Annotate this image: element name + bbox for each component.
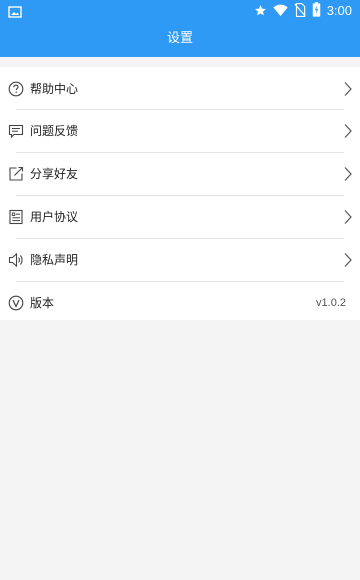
- settings-item-help-center[interactable]: 帮助中心: [0, 68, 360, 110]
- chevron-right-icon: [344, 166, 352, 182]
- settings-item-share-friends[interactable]: 分享好友: [0, 153, 360, 195]
- settings-item-privacy-statement[interactable]: 隐私声明: [0, 239, 360, 281]
- settings-item-label: 用户协议: [30, 210, 79, 224]
- star-icon: [254, 2, 267, 21]
- settings-item-label: 隐私声明: [30, 253, 79, 267]
- status-time: 3:00: [326, 3, 352, 18]
- feedback-icon: [8, 123, 24, 139]
- settings-item-user-agreement[interactable]: 用户协议: [0, 196, 360, 238]
- no-sim-icon: [294, 2, 306, 21]
- chevron-right-icon: [344, 252, 352, 268]
- privacy-icon: [8, 252, 24, 268]
- chevron-right-icon: [344, 123, 352, 139]
- agreement-icon: [8, 209, 24, 225]
- settings-item-label: 问题反馈: [30, 124, 79, 138]
- share-icon: [8, 166, 24, 182]
- settings-list: 帮助中心 问题反馈 分享好友 用户协议 隐私声明 版本 v1.0.2: [0, 67, 360, 320]
- status-bar: 3:00: [0, 0, 360, 22]
- version-icon: [8, 295, 24, 311]
- settings-item-feedback[interactable]: 问题反馈: [0, 110, 360, 152]
- page-title: 设置: [166, 31, 193, 46]
- chevron-right-icon: [344, 209, 352, 225]
- chevron-right-icon: [344, 81, 352, 97]
- wifi-icon: [273, 2, 288, 21]
- battery-icon: [312, 1, 321, 21]
- help-icon: [8, 81, 24, 97]
- app-header: 3:00 设置: [0, 0, 360, 57]
- settings-item-label: 帮助中心: [30, 82, 79, 96]
- image-icon: [8, 4, 22, 18]
- settings-item-label: 版本: [30, 296, 55, 310]
- settings-item-version: 版本 v1.0.2: [0, 282, 360, 324]
- version-value: v1.0.2: [316, 297, 346, 309]
- settings-item-label: 分享好友: [30, 167, 79, 181]
